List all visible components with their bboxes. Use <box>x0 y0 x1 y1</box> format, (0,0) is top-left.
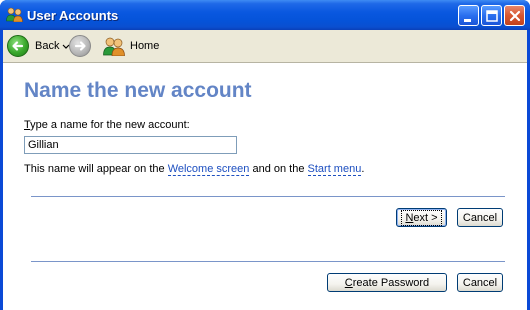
create-password-button[interactable]: Create Password <box>327 273 447 292</box>
back-label: Back <box>35 40 60 52</box>
user-accounts-icon <box>6 7 23 23</box>
navigation-toolbar: Back Home <box>3 30 527 63</box>
window-title: User Accounts <box>27 8 119 23</box>
title-bar[interactable]: User Accounts <box>0 0 530 30</box>
home-users-icon <box>103 37 125 56</box>
account-name-label: Type a name for the new account: <box>24 119 190 131</box>
next-button[interactable]: Next > <box>396 208 447 227</box>
info-suffix: . <box>361 163 365 175</box>
divider-top <box>31 196 505 197</box>
forward-arrow-icon <box>69 35 91 57</box>
info-prefix: This name will appear on the <box>24 163 168 175</box>
close-icon <box>509 10 521 22</box>
back-arrow-icon <box>7 35 29 57</box>
minimize-icon <box>464 19 471 22</box>
info-text: This name will appear on the Welcome scr… <box>24 163 365 176</box>
cancel-label-2: Cancel <box>462 276 498 289</box>
divider-bottom <box>31 261 505 262</box>
next-label: ext > <box>413 211 438 224</box>
cancel-label: Cancel <box>462 211 498 224</box>
start-menu-link[interactable]: Start menu <box>307 163 362 176</box>
forward-button[interactable] <box>69 35 91 57</box>
user-accounts-window: User Accounts Back Home Name the new acc… <box>0 0 530 310</box>
minimize-button[interactable] <box>458 5 479 26</box>
home-button[interactable]: Home <box>103 35 159 57</box>
back-button[interactable]: Back <box>7 35 71 57</box>
close-button[interactable] <box>504 5 525 26</box>
welcome-screen-link[interactable]: Welcome screen <box>167 163 250 176</box>
cancel-button-2[interactable]: Cancel <box>457 273 503 292</box>
maximize-button[interactable] <box>481 5 502 26</box>
cancel-button[interactable]: Cancel <box>457 208 503 227</box>
account-name-input[interactable] <box>24 136 237 154</box>
content-area: Back Home Name the new account Type a na… <box>3 30 527 310</box>
create-password-label: reate Password <box>352 276 430 289</box>
page-title: Name the new account <box>24 79 252 102</box>
maximize-icon <box>486 10 498 22</box>
label-text: ype a name for the new account: <box>30 119 190 131</box>
create-password-accesskey: C <box>344 276 353 289</box>
info-middle: and on the <box>249 163 308 175</box>
home-label: Home <box>130 40 160 52</box>
